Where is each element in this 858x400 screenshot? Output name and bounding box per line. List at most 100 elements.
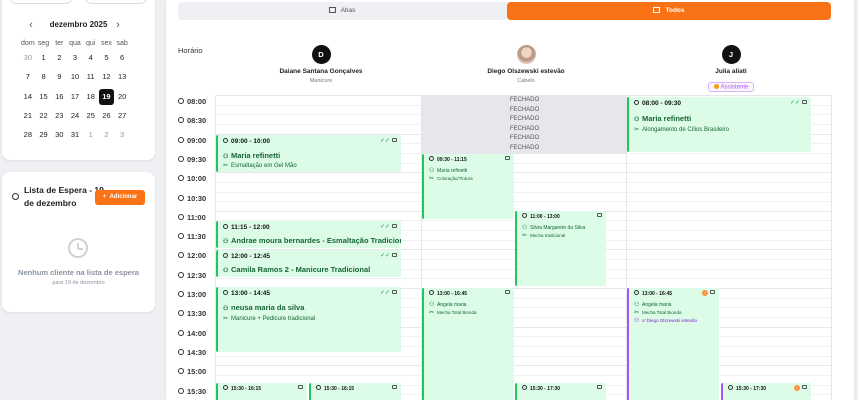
calendar-header: dezembro 2025 ‹ › bbox=[2, 18, 155, 32]
calendar-day[interactable]: 8 bbox=[36, 69, 51, 85]
calendar-day[interactable]: 2 bbox=[52, 50, 67, 66]
clock-icon bbox=[223, 290, 228, 295]
appointment-card[interactable]: 15:30 - 17:30 ! bbox=[721, 383, 811, 400]
calendar-day[interactable]: 21 bbox=[20, 108, 35, 124]
staff-name: Diego Olszewski estevão bbox=[487, 68, 565, 75]
chevron-left-icon[interactable]: ‹ bbox=[24, 18, 38, 32]
appointment-time-text: 08:00 - 09:30 bbox=[642, 100, 682, 107]
time-label: 12:30 bbox=[178, 271, 206, 281]
calendar-day[interactable]: 22 bbox=[36, 108, 51, 124]
appointment-client: ⚇ Silvia Margarete da Silva bbox=[522, 224, 585, 231]
appointment-card[interactable]: 12:00 - 12:45 ✓✓ ⚇ Camila Ramos 2 - Manic… bbox=[216, 250, 401, 277]
staff-column-header[interactable]: D Daiane Santana Gonçalves Manicure bbox=[276, 45, 366, 84]
clock-icon bbox=[223, 253, 228, 258]
user-icon: ⚇ bbox=[223, 239, 229, 245]
time-grid-subline bbox=[215, 355, 832, 357]
calendar-day[interactable]: 13 bbox=[115, 69, 130, 85]
lock-icon bbox=[505, 290, 510, 294]
appointment-client: ⚇ neusa maria da silva bbox=[223, 303, 304, 312]
calendar-day[interactable]: 24 bbox=[67, 108, 82, 124]
appointment-card[interactable]: 08:00 - 09:30 ✓✓ ⚇ Maria refinetti ✂ Along… bbox=[627, 97, 811, 152]
time-label-text: 14:30 bbox=[187, 347, 207, 357]
clock-icon bbox=[178, 117, 184, 124]
calendar-day[interactable]: 4 bbox=[83, 50, 98, 66]
calendar-day[interactable]: 11 bbox=[83, 69, 98, 85]
calendar-day[interactable]: 14 bbox=[20, 89, 35, 105]
warning-icon: ! bbox=[794, 385, 800, 391]
tab-todos[interactable]: Todos bbox=[507, 2, 831, 20]
appointment-time: 11:00 - 13:00 bbox=[522, 213, 560, 220]
appointment-card[interactable]: 09:30 - 11:15 ⚇ Maria refinetti ✂ Coloraçã… bbox=[422, 154, 514, 219]
appointment-time-text: 15:30 - 17:30 bbox=[530, 386, 561, 392]
appointment-card[interactable]: 15:30 - 16:15 bbox=[216, 383, 307, 400]
waitlist-card: Lista de Espera - 19 de dezembro + Adici… bbox=[2, 172, 155, 312]
calendar-day[interactable]: 20 bbox=[115, 89, 130, 105]
users-icon: ⚇ bbox=[634, 318, 640, 324]
appointment-time: 11:15 - 12:00 bbox=[223, 224, 270, 231]
appointment-status: ✓✓ bbox=[380, 252, 397, 259]
calendar-day[interactable]: 28 bbox=[20, 127, 35, 143]
calendar-day[interactable]: 6 bbox=[115, 50, 130, 66]
calendar-day[interactable]: 3 bbox=[67, 50, 82, 66]
appointment-card[interactable]: 13:00 - 14:45 ✓✓ ⚇ neusa maria da silva ✂… bbox=[216, 287, 401, 352]
calendar-day[interactable]: 2 bbox=[99, 127, 114, 143]
calendar-day[interactable]: 18 bbox=[83, 89, 98, 105]
calendar-top-button-right[interactable] bbox=[85, 0, 147, 4]
appointment-status: ✓✓ bbox=[380, 137, 397, 144]
calendar-top-button-left[interactable] bbox=[10, 0, 72, 4]
calendar-day[interactable]: 30 bbox=[52, 127, 67, 143]
lock-icon bbox=[802, 100, 807, 104]
calendar-day[interactable]: 30 bbox=[20, 50, 35, 66]
appointment-status: ✓✓ bbox=[380, 223, 397, 230]
calendar-day[interactable]: 12 bbox=[99, 69, 114, 85]
schedule-grid: 15:30 15:00 14:30 14:00 13:30 13:00 12:30 12:00… bbox=[166, 95, 854, 400]
calendar-day[interactable]: 9 bbox=[52, 69, 67, 85]
calendar-day[interactable]: 10 bbox=[67, 69, 82, 85]
appointment-card[interactable]: 11:15 - 12:00 ✓✓ ⚇ Andrae moura bernardes… bbox=[216, 221, 401, 248]
calendar-day[interactable]: 3 bbox=[115, 127, 130, 143]
time-grid-subline bbox=[215, 181, 832, 183]
calendar-day[interactable]: 15 bbox=[36, 89, 51, 105]
calendar-day[interactable]: 7 bbox=[20, 69, 35, 85]
appointment-card[interactable]: 11:00 - 13:00 ⚇ Silvia Margarete da Silva… bbox=[515, 211, 606, 286]
lock-icon bbox=[298, 385, 303, 389]
staff-column-header[interactable]: J Julia aliati Assistente bbox=[686, 45, 776, 93]
calendar-day[interactable]: 5 bbox=[99, 50, 114, 66]
calendar-day[interactable]: 27 bbox=[115, 108, 130, 124]
calendar-day[interactable]: 1 bbox=[83, 127, 98, 143]
service-name: Mecha Total Bionda bbox=[437, 310, 477, 315]
chevron-right-icon[interactable]: › bbox=[111, 18, 125, 32]
calendar-week: 21 22 23 24 25 26 27 bbox=[20, 108, 130, 127]
appointment-service: ✂ Mecha Total Bionda bbox=[429, 309, 476, 316]
clock-icon bbox=[178, 233, 184, 240]
time-grid-line bbox=[215, 191, 832, 193]
horario-label: Horário bbox=[178, 46, 203, 55]
calendar-day[interactable]: 26 bbox=[99, 108, 114, 124]
double-check-icon: ✓✓ bbox=[379, 138, 390, 144]
time-label-text: 08:00 bbox=[187, 97, 207, 106]
appointment-card[interactable]: 15:30 - 16:15 bbox=[309, 383, 401, 400]
appointment-card[interactable]: 13:00 - 16:45 ! ⚇ Angela maria ✂ Mecha Tot… bbox=[627, 288, 719, 400]
clock-icon bbox=[178, 213, 184, 220]
calendar-day[interactable]: 23 bbox=[52, 108, 67, 124]
calendar-day[interactable]: 17 bbox=[67, 89, 82, 105]
tab-todos-label: Todos bbox=[665, 7, 685, 14]
appointment-card[interactable]: 13:00 - 16:45 ⚇ Angela maria ✂ Mecha Total… bbox=[422, 288, 514, 400]
time-label: 08:00 bbox=[178, 97, 206, 107]
appointment-time-text: 15:30 - 16:15 bbox=[231, 386, 262, 392]
staff-column-header[interactable]: Diego Olszewski estevão Cabelo bbox=[481, 45, 571, 84]
tab-abas[interactable]: Abas bbox=[178, 2, 506, 20]
calendar-day[interactable]: 25 bbox=[83, 108, 98, 124]
calendar-day[interactable]: 31 bbox=[67, 127, 82, 143]
calendar-day[interactable]: 1 bbox=[36, 50, 51, 66]
calendar-week: 30 1 2 3 4 5 6 bbox=[20, 50, 130, 69]
appointment-card[interactable]: 09:00 - 10:00 ✓✓ ⚇ Maria refinetti ✂ Esmal… bbox=[216, 135, 401, 172]
calendar-day[interactable]: 19 bbox=[98, 88, 114, 105]
appointment-card[interactable]: 15:30 - 17:30 bbox=[515, 383, 606, 400]
clock-icon bbox=[316, 385, 321, 390]
calendar-day[interactable]: 16 bbox=[52, 89, 67, 105]
calendar-day[interactable]: 29 bbox=[36, 127, 51, 143]
time-label: 14:30 bbox=[178, 348, 206, 358]
clock-icon bbox=[223, 138, 228, 143]
add-waitlist-button[interactable]: + Adicionar bbox=[95, 190, 145, 205]
